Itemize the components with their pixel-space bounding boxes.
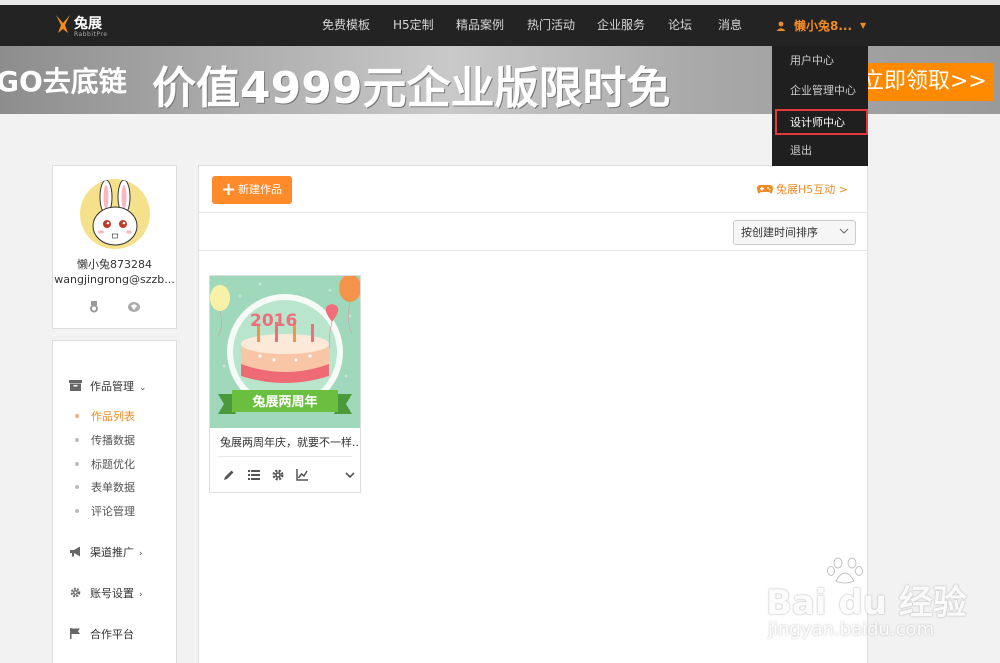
- box-icon: [69, 380, 82, 391]
- chevron-down-icon: ⌄: [139, 383, 147, 393]
- chart-stats-icon[interactable]: [296, 469, 308, 481]
- menu-account-label: 账号设置: [90, 587, 134, 600]
- profile-name: 懒小兔873284: [77, 258, 152, 271]
- menu-channel-promotion[interactable]: 渠道推广 ›: [69, 544, 143, 560]
- list-icon[interactable]: [248, 469, 260, 481]
- work-thumbnail[interactable]: 2016 兔展两周年: [210, 276, 360, 428]
- bullet-icon: [75, 414, 79, 418]
- user-dropdown-menu: 用户中心 企业管理中心 设计师中心 退出: [772, 46, 868, 166]
- chevron-right-icon: ›: [139, 590, 143, 600]
- user-name: 懒小兔8...: [794, 19, 853, 33]
- logo-text: 兔展: [74, 16, 102, 32]
- menu-sub-label: 作品列表: [91, 410, 135, 423]
- h5-interactive-link[interactable]: 兔展H5互动 >: [757, 181, 848, 197]
- megaphone-icon: [70, 546, 80, 557]
- menu-sub-comments[interactable]: 评论管理: [75, 503, 135, 519]
- menu-account-settings[interactable]: 账号设置 ›: [69, 585, 143, 601]
- watermark-text: Bai du 经验: [766, 583, 967, 623]
- thumb-year-text: 2016: [250, 311, 297, 331]
- new-work-button[interactable]: + 新建作品: [212, 176, 292, 204]
- banner-left-text: GO去底链: [0, 65, 127, 98]
- side-menu: 作品管理 ⌄ 作品列表 传播数据 标题优化 表单数据 评论管理 渠道推广 › 账号设…: [52, 340, 177, 663]
- profile-card: 懒小兔873284 wangjingrong@szzb...: [52, 165, 177, 329]
- dropdown-logout[interactable]: 退出: [772, 137, 868, 165]
- gear-icon: [70, 587, 81, 598]
- menu-sub-works-list[interactable]: 作品列表: [75, 408, 135, 424]
- divider: [218, 456, 352, 457]
- thumb-ribbon-text: 兔展两周年: [251, 394, 317, 410]
- medal-icon[interactable]: [88, 301, 100, 313]
- menu-works-label: 作品管理: [90, 380, 134, 393]
- rabbit-avatar-icon: [92, 179, 138, 246]
- birthday-cake-illustration: 2016 兔展两周年: [210, 276, 360, 428]
- menu-sub-label: 表单数据: [91, 481, 135, 494]
- edit-pencil-icon[interactable]: [223, 469, 235, 481]
- bullet-icon: [75, 485, 79, 489]
- plus-icon: +: [221, 179, 237, 200]
- caret-down-icon: ▼: [860, 21, 867, 30]
- logo-subtext: RabbitPre: [74, 31, 108, 38]
- new-work-label: 新建作品: [238, 183, 282, 196]
- dropdown-designer-center[interactable]: 设计师中心: [775, 109, 868, 135]
- menu-sub-title-optimize[interactable]: 标题优化: [75, 456, 135, 472]
- nav-messages[interactable]: 消息: [718, 5, 742, 46]
- chevron-down-icon[interactable]: [344, 469, 356, 481]
- menu-partner-label: 合作平台: [90, 628, 134, 641]
- avatar[interactable]: [80, 179, 150, 249]
- menu-sub-label: 标题优化: [91, 458, 135, 471]
- gear-icon[interactable]: [272, 469, 284, 481]
- logo[interactable]: 兔展 RabbitPre: [52, 11, 112, 41]
- work-card[interactable]: 2016 兔展两周年 兔展两周年庆，就要不一样...: [209, 275, 361, 493]
- sort-select-value: 按创建时间排序: [741, 226, 818, 239]
- bullet-icon: [75, 509, 79, 513]
- dropdown-enterprise-center[interactable]: 企业管理中心: [772, 77, 868, 105]
- user-icon: [776, 21, 786, 31]
- profile-email: wangjingrong@szzb...: [54, 273, 175, 286]
- menu-sub-label: 传播数据: [91, 434, 135, 447]
- banner-claim-button[interactable]: 立即领取>>: [852, 63, 994, 101]
- flag-icon: [70, 628, 80, 639]
- banner-headline: 价值4999元企业版限时免: [152, 63, 671, 114]
- menu-sub-spread-data[interactable]: 传播数据: [75, 432, 135, 448]
- baidu-jingyan-watermark: Bai du 经验 jingyan.baidu.com: [766, 555, 967, 645]
- vip-diamond-icon[interactable]: [128, 301, 140, 313]
- divider: [199, 250, 867, 251]
- menu-sub-form-data[interactable]: 表单数据: [75, 479, 135, 495]
- gamepad-icon: [757, 185, 773, 194]
- dropdown-user-center[interactable]: 用户中心: [772, 47, 868, 75]
- bullet-icon: [75, 462, 79, 466]
- nav-forum[interactable]: 论坛: [668, 5, 692, 46]
- rabbit-logo-icon: [56, 15, 70, 33]
- nav-h5-custom[interactable]: H5定制: [393, 5, 434, 46]
- menu-partner-platform[interactable]: 合作平台: [69, 626, 134, 642]
- nav-free-templates[interactable]: 免费模板: [322, 5, 370, 46]
- top-navbar: 兔展 RabbitPre 免费模板 H5定制 精品案例 热门活动 企业服务 论坛…: [0, 0, 1000, 46]
- watermark-url: jingyan.baidu.com: [768, 619, 935, 640]
- bullet-icon: [75, 438, 79, 442]
- nav-enterprise[interactable]: 企业服务: [597, 5, 645, 46]
- sort-select[interactable]: 按创建时间排序: [733, 220, 856, 245]
- divider: [199, 212, 867, 213]
- menu-channel-label: 渠道推广: [90, 546, 134, 559]
- chevron-right-icon: ›: [139, 549, 143, 559]
- nav-featured-cases[interactable]: 精品案例: [456, 5, 504, 46]
- menu-sub-label: 评论管理: [91, 505, 135, 518]
- menu-works-management[interactable]: 作品管理 ⌄: [69, 378, 147, 394]
- user-menu[interactable]: 懒小兔8... ▼: [776, 5, 866, 46]
- chevron-down-icon: [839, 228, 849, 234]
- work-title[interactable]: 兔展两周年庆，就要不一样...: [220, 434, 360, 450]
- h5-link-label: 兔展H5互动 >: [776, 183, 848, 196]
- nav-hot-events[interactable]: 热门活动: [527, 5, 575, 46]
